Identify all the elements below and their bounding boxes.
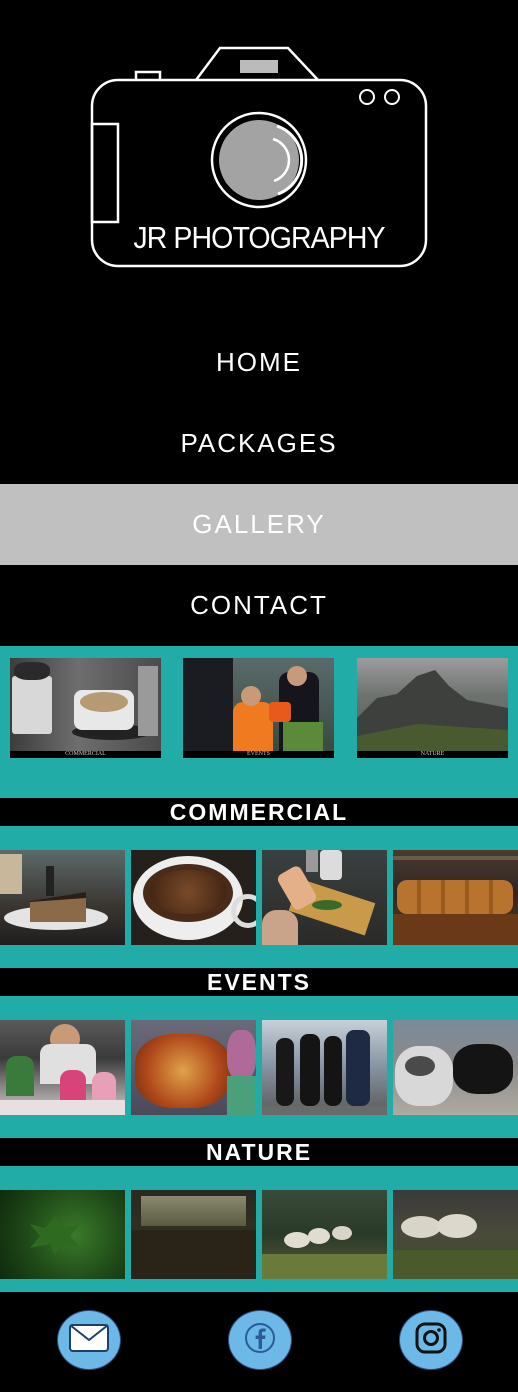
category-caption: COMMERCIAL xyxy=(10,751,161,758)
section-title-nature: NATURE xyxy=(0,1138,518,1166)
mail-icon xyxy=(69,1323,109,1357)
commercial-photo-cake[interactable] xyxy=(0,850,125,945)
category-caption: EVENTS xyxy=(183,751,334,758)
category-events[interactable]: EVENTS xyxy=(183,658,334,758)
events-photo-kids-crafts[interactable] xyxy=(0,1020,125,1115)
site-header: JR PHOTOGRAPHY xyxy=(0,0,518,320)
section-title-events: EVENTS xyxy=(0,968,518,996)
events-photo-crab[interactable] xyxy=(131,1020,256,1115)
events-photo-divers[interactable] xyxy=(262,1020,387,1115)
email-button[interactable] xyxy=(57,1310,121,1370)
nature-photo-sheep-hill[interactable] xyxy=(393,1190,518,1279)
nav-gallery[interactable]: GALLERY xyxy=(0,484,518,565)
instagram-button[interactable] xyxy=(399,1310,463,1370)
commercial-photo-pizza[interactable] xyxy=(262,850,387,945)
nature-photo-waterfall[interactable] xyxy=(131,1190,256,1279)
category-nature[interactable]: NATURE xyxy=(357,658,508,758)
nav-contact[interactable]: CONTACT xyxy=(0,565,518,646)
facebook-button[interactable] xyxy=(228,1310,292,1370)
nature-photo-holly[interactable] xyxy=(0,1190,125,1279)
category-caption: NATURE xyxy=(357,751,508,758)
logo-text: JR PHOTOGRAPHY xyxy=(133,220,385,255)
category-commercial[interactable]: COMMERCIAL xyxy=(10,658,161,758)
events-photo-dogs[interactable] xyxy=(393,1020,518,1115)
section-title-commercial: COMMERCIAL xyxy=(0,798,518,826)
instagram-icon xyxy=(415,1322,447,1359)
nature-photo-sheep-rocks[interactable] xyxy=(262,1190,387,1279)
camera-logo[interactable]: JR PHOTOGRAPHY xyxy=(88,44,430,272)
commercial-photo-coffee-beans[interactable] xyxy=(131,850,256,945)
nav-home[interactable]: HOME xyxy=(0,322,518,403)
commercial-photo-pastries[interactable] xyxy=(393,850,518,945)
facebook-icon xyxy=(244,1322,276,1359)
nav-packages[interactable]: PACKAGES xyxy=(0,403,518,484)
